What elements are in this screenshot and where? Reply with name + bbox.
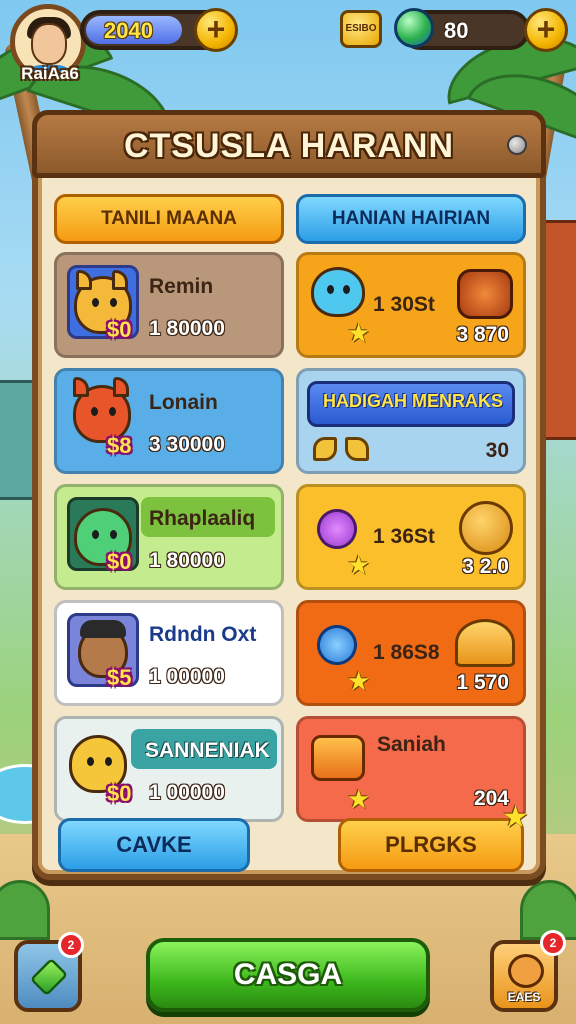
shop-panel: CTSUSLA HARANN TANILI MAANA HANIAN HAIRI… (32, 110, 546, 880)
blue-cat-icon (311, 267, 365, 317)
item-price: 3 2.0 (462, 555, 509, 578)
item-stat: 1 30St (373, 293, 435, 316)
gems-value: 80 (444, 18, 469, 43)
character-card[interactable]: Rhaplaaliq $0 1 80000 (54, 484, 284, 590)
item-card[interactable]: ★ Saniah 204 (296, 716, 526, 822)
star-icon: ★ (347, 666, 371, 696)
character-name: Remin (149, 275, 214, 298)
add-coins-button[interactable]: + (194, 8, 238, 52)
item-stat: 1 36St (373, 525, 435, 548)
pet-icon (508, 954, 544, 988)
character-price: 1 00000 (149, 781, 225, 804)
cost-tag: $0 (107, 549, 132, 574)
blue-wand-icon (309, 617, 365, 673)
character-name: Rdndn Oxt (149, 623, 257, 646)
character-name: SANNENIAK (145, 739, 270, 762)
green-gem-icon (29, 957, 69, 997)
item-name: Saniah (377, 733, 446, 756)
character-price: 1 80000 (149, 317, 225, 340)
panel-title: CTSUSLA HARANN (123, 127, 455, 165)
character-name: Lonain (149, 391, 218, 414)
drum-icon (457, 269, 513, 319)
item-card[interactable]: ★ 1 36St 3 2.0 (296, 484, 526, 590)
main-action-button[interactable]: CASGA (146, 938, 430, 1012)
bolt-icon (507, 135, 527, 155)
tab-right[interactable]: HANIAN HAIRIAN (296, 194, 526, 244)
player-name: RaiAa6 (21, 64, 79, 83)
item-stat: 1 86S8 (373, 641, 440, 664)
item-price: 30 (485, 439, 509, 462)
panel-header: CTSUSLA HARANN (32, 110, 546, 178)
item-card[interactable]: ★ 1 30St 3 870 (296, 252, 526, 358)
character-name: Rhaplaaliq (149, 507, 256, 530)
magic-wand-icon (309, 501, 365, 557)
star-icon: ★ (502, 801, 529, 834)
coin-badge-icon: ESIBO (340, 10, 382, 48)
croissant-icon (345, 437, 369, 461)
character-price: 1 80000 (149, 549, 225, 572)
croissant-icon (313, 437, 337, 461)
character-card[interactable]: Rdndn Oxt $5 1 00000 (54, 600, 284, 706)
cost-tag: $0 (107, 781, 132, 806)
lantern-icon (311, 735, 365, 781)
offer-banner-label: HADIGAH MENRAKS (323, 391, 503, 411)
character-card[interactable]: SANNENIAK $0 1 00000 (54, 716, 284, 822)
character-card[interactable]: Remin $0 1 80000 (54, 252, 284, 358)
top-hud: RaiAa6 2040 + ESIBO 80 + (0, 0, 576, 100)
character-price: 1 00000 (149, 665, 225, 688)
notification-badge: 2 (58, 932, 84, 958)
ball-icon (459, 501, 513, 555)
pet-button-label: EAES (507, 990, 541, 1004)
star-icon: ★ (347, 784, 371, 814)
star-icon: ★ (347, 318, 371, 348)
add-gems-button[interactable]: + (524, 8, 568, 52)
item-card[interactable]: ★ 1 86S8 1 570 (296, 600, 526, 706)
character-price: 3 30000 (149, 433, 225, 456)
cost-tag: $8 (107, 433, 132, 458)
notification-badge: 2 (540, 930, 566, 956)
taco-icon (455, 619, 515, 667)
item-price: 3 870 (456, 323, 509, 346)
coins-value: 2040 (104, 18, 153, 43)
item-price: 1 570 (456, 671, 509, 694)
character-card[interactable]: Lonain $8 3 30000 (54, 368, 284, 474)
item-card[interactable]: HADIGAH MENRAKS 30 (296, 368, 526, 474)
tab-left[interactable]: TANILI MAANA (54, 194, 284, 244)
cancel-button[interactable]: CAVKE (58, 818, 250, 872)
cost-tag: $5 (107, 665, 132, 690)
gem-orb-icon (394, 8, 434, 48)
cost-tag: $0 (107, 317, 132, 342)
perks-button[interactable]: PLRGKS (338, 818, 524, 872)
star-icon: ★ (347, 550, 371, 580)
